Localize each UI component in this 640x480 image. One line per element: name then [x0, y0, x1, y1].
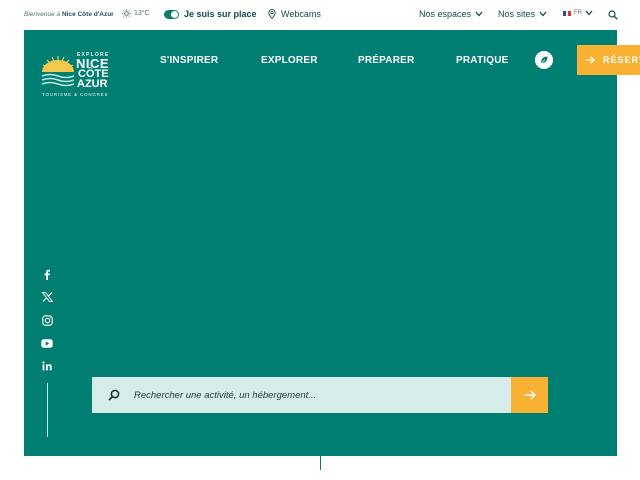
- youtube-icon[interactable]: [41, 337, 53, 349]
- weather: 13°C: [122, 9, 150, 18]
- local-toggle[interactable]: Je suis sur place: [164, 9, 257, 19]
- leaf-icon: [540, 56, 548, 64]
- welcome-place: Nice Côte d'Azur: [61, 11, 114, 18]
- webcams-link[interactable]: Webcams: [268, 9, 321, 19]
- eco-button[interactable]: [535, 51, 553, 69]
- nav-explorer[interactable]: EXPLORER: [261, 55, 318, 66]
- linkedin-icon[interactable]: [41, 360, 53, 372]
- welcome-text: Bienvenue à Nice Côte d'Azur: [24, 11, 114, 18]
- language-selector[interactable]: FR: [563, 10, 593, 16]
- hero-section: EXPLORE NICE CÔTE AZUR TOURISME & CONGRÈ…: [24, 30, 640, 456]
- location-pin-icon: [268, 9, 276, 19]
- search-box[interactable]: Rechercher une activité, un hébergement.…: [92, 377, 511, 413]
- arrow-right-icon: [524, 390, 536, 400]
- instagram-icon[interactable]: [41, 314, 53, 326]
- sites-dropdown[interactable]: Nos sites: [498, 9, 547, 19]
- x-icon[interactable]: [41, 291, 53, 303]
- spaces-dropdown[interactable]: Nos espaces: [419, 9, 483, 19]
- facebook-icon[interactable]: [41, 268, 53, 280]
- chevron-down-icon: [539, 11, 547, 17]
- toggle-switch[interactable]: [164, 9, 179, 19]
- nav-sinspirer[interactable]: S'INSPIRER: [160, 55, 218, 66]
- search-icon: [108, 389, 120, 401]
- search-submit-button[interactable]: [511, 377, 548, 413]
- header-search-button[interactable]: [608, 10, 618, 22]
- chevron-down-icon: [585, 10, 593, 16]
- sunrise-logo-icon: [41, 56, 75, 87]
- welcome-prefix: Bienvenue à: [24, 11, 61, 18]
- temperature: 13°C: [134, 10, 150, 17]
- search-input[interactable]: Rechercher une activité, un hébergement.…: [134, 390, 316, 401]
- book-button[interactable]: RÉSERV: [577, 45, 640, 75]
- site-logo[interactable]: EXPLORE NICE CÔTE AZUR TOURISME & CONGRÈ…: [41, 51, 117, 101]
- search-icon: [608, 10, 618, 20]
- spaces-label: Nos espaces: [419, 9, 472, 19]
- sun-icon: [122, 9, 131, 18]
- france-flag-icon: [563, 10, 572, 16]
- sites-label: Nos sites: [498, 9, 536, 19]
- local-toggle-label: Je suis sur place: [184, 9, 257, 19]
- social-divider: [47, 383, 48, 437]
- scroll-indicator: [320, 456, 321, 470]
- book-label: RÉSERV: [603, 55, 640, 65]
- language-label: FR: [574, 10, 582, 16]
- top-bar: Bienvenue à Nice Côte d'Azur 13°C Je sui…: [0, 0, 640, 30]
- logo-tagline: TOURISME & CONGRÈS: [42, 92, 109, 97]
- arrow-right-icon: [585, 56, 595, 64]
- webcams-label: Webcams: [281, 9, 321, 19]
- nav-pratique[interactable]: PRATIQUE: [456, 55, 509, 66]
- nav-preparer[interactable]: PRÉPARER: [358, 55, 414, 66]
- chevron-down-icon: [475, 11, 483, 17]
- logo-azur: AZUR: [77, 78, 108, 90]
